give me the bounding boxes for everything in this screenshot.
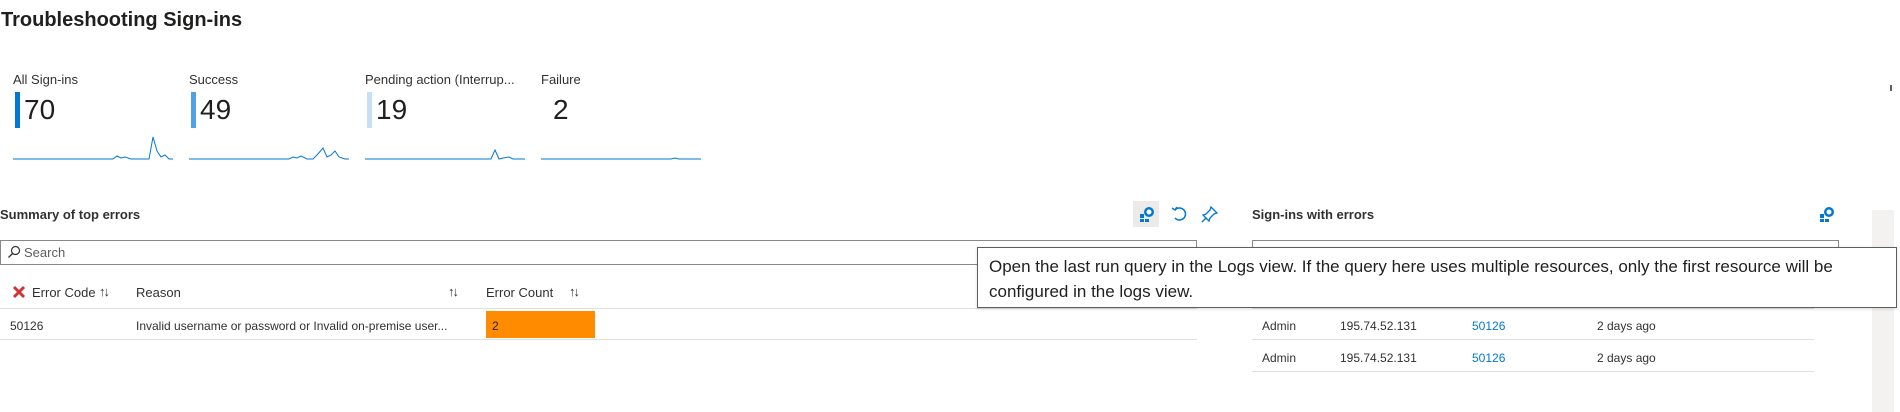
tile-label: Failure bbox=[541, 72, 581, 87]
cell-time: 2 days ago bbox=[1597, 351, 1656, 365]
table-divider bbox=[1252, 339, 1814, 340]
scroll-indicator bbox=[1890, 85, 1892, 91]
tile-all-signins[interactable]: All Sign-ins 70 bbox=[0, 0, 173, 160]
tile-success[interactable]: Success 49 bbox=[176, 0, 349, 160]
cell-reason: Invalid username or password or Invalid … bbox=[136, 319, 448, 333]
summary-title: Summary of top errors bbox=[0, 207, 141, 222]
tile-accent-bar bbox=[191, 92, 196, 128]
cell-error-code-link[interactable]: 50126 bbox=[1472, 351, 1505, 365]
pin-icon bbox=[1201, 205, 1219, 223]
column-header-reason[interactable]: Reason bbox=[136, 285, 181, 300]
tile-label: Pending action (Interrup... bbox=[365, 72, 515, 87]
search-input[interactable] bbox=[24, 243, 1024, 262]
errors-panel-title: Sign-ins with errors bbox=[1252, 207, 1375, 222]
tile-value: 70 bbox=[24, 94, 56, 125]
sort-icon[interactable]: ↑↓ bbox=[569, 284, 580, 299]
tile-value: 19 bbox=[376, 94, 408, 125]
tile-label: All Sign-ins bbox=[13, 72, 79, 87]
error-x-icon bbox=[12, 285, 26, 299]
open-in-logs-tooltip: Open the last run query in the Logs view… bbox=[977, 247, 1897, 308]
cell-error-code-link[interactable]: 50126 bbox=[1472, 319, 1505, 333]
pin-button[interactable] bbox=[1197, 201, 1223, 227]
tile-value: 2 bbox=[553, 94, 569, 125]
cell-user: Admin bbox=[1262, 319, 1297, 333]
logs-query-icon bbox=[1820, 207, 1834, 222]
table-divider bbox=[1252, 308, 1814, 309]
vertical-scrollbar[interactable] bbox=[1872, 210, 1894, 412]
sparkline bbox=[365, 148, 525, 160]
sparkline bbox=[541, 157, 701, 160]
tooltip-text: Open the last run query in the Logs view… bbox=[989, 257, 1833, 301]
cell-error-count: 2 bbox=[492, 319, 499, 333]
table-divider bbox=[0, 339, 1197, 340]
logs-query-icon bbox=[1140, 207, 1154, 222]
search-icon bbox=[8, 245, 21, 258]
table-divider bbox=[1252, 371, 1814, 372]
tile-pending-action[interactable]: Pending action (Interrup... 19 bbox=[352, 0, 525, 160]
errors-open-in-logs-button[interactable] bbox=[1813, 201, 1839, 227]
cell-ip: 195.74.52.131 bbox=[1340, 319, 1417, 333]
sparkline bbox=[13, 136, 173, 160]
refresh-button[interactable] bbox=[1166, 201, 1192, 227]
column-header-error-count[interactable]: Error Count bbox=[486, 285, 553, 300]
undo-icon bbox=[1171, 206, 1187, 221]
cell-time: 2 days ago bbox=[1597, 319, 1656, 333]
tile-accent-bar bbox=[367, 92, 372, 128]
column-header-error-code[interactable]: Error Code bbox=[32, 285, 96, 300]
sort-icon[interactable]: ↑↓ bbox=[99, 284, 110, 299]
tile-value: 49 bbox=[200, 94, 232, 125]
sparkline bbox=[189, 147, 349, 160]
table-divider bbox=[0, 308, 1197, 309]
cell-error-code: 50126 bbox=[10, 319, 44, 333]
tile-accent-bar bbox=[15, 92, 20, 128]
tile-failure[interactable]: Failure 2 bbox=[528, 0, 701, 160]
cell-ip: 195.74.52.131 bbox=[1340, 351, 1417, 365]
tile-label: Success bbox=[189, 72, 239, 87]
sort-icon[interactable]: ↑↓ bbox=[448, 284, 459, 299]
cell-user: Admin bbox=[1262, 351, 1297, 365]
open-in-logs-button[interactable] bbox=[1133, 201, 1159, 227]
error-count-bar: 2 bbox=[486, 311, 595, 338]
